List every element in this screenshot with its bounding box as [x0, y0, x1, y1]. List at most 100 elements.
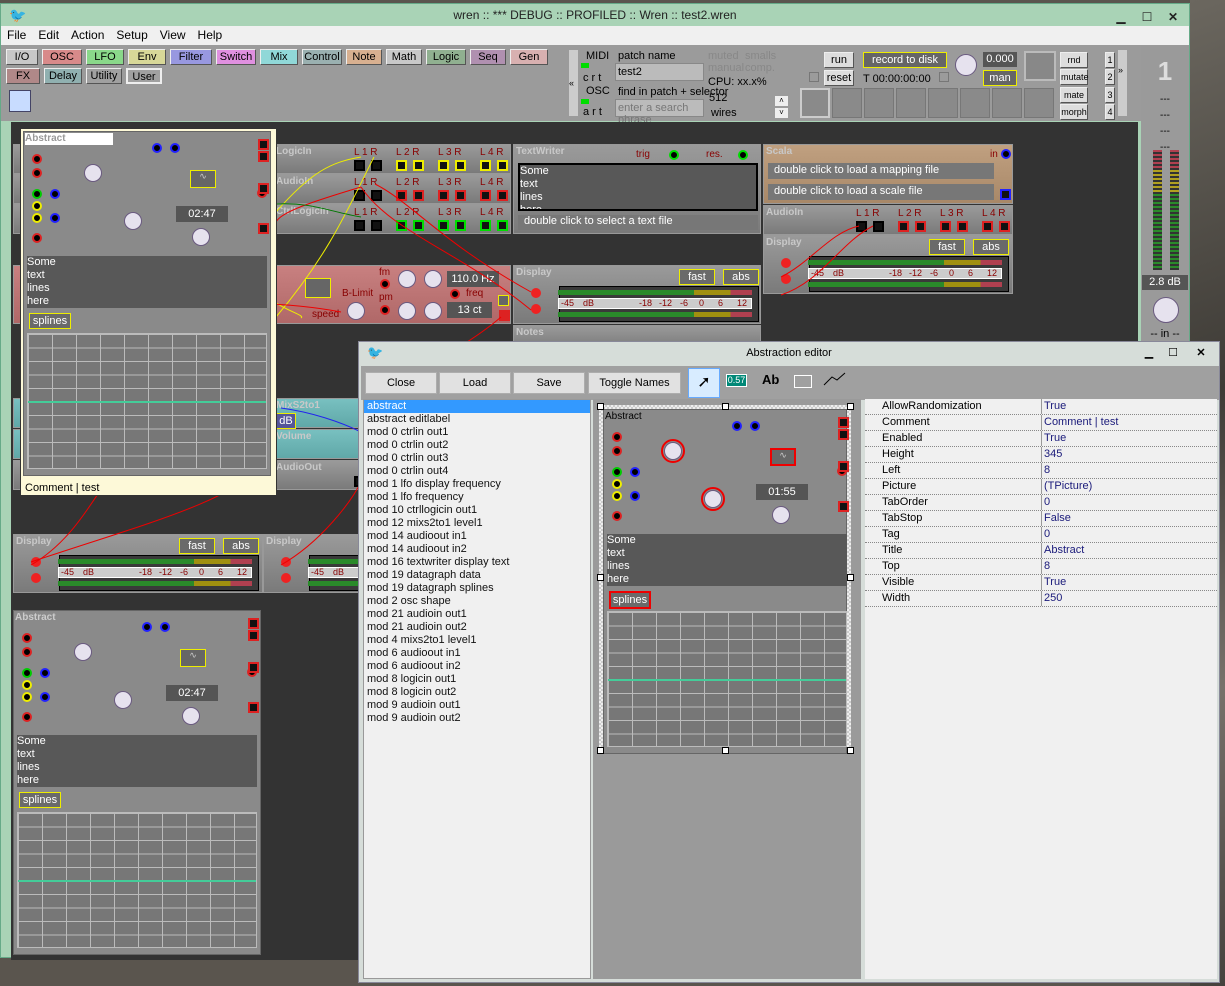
- property-row[interactable]: Comment Comment | test: [865, 415, 1217, 431]
- list-item[interactable]: mod 19 datagraph data: [364, 569, 590, 582]
- abstract-jack[interactable]: [612, 479, 622, 489]
- abstract-jack[interactable]: [32, 201, 42, 211]
- abstract-knob[interactable]: [661, 439, 685, 463]
- list-item[interactable]: mod 8 logicin out1: [364, 673, 590, 686]
- preview-area[interactable]: Abstract ∿ 01:55 Some text lines here splines: [593, 399, 861, 979]
- muted-checkbox[interactable]: [809, 72, 819, 82]
- module-palette-item[interactable]: [9, 90, 31, 112]
- category-tab-env[interactable]: Env: [128, 49, 166, 65]
- pointer-tool-icon[interactable]: ➚: [688, 368, 720, 398]
- property-value[interactable]: 345: [1042, 447, 1062, 462]
- collapse-right-button[interactable]: »: [1118, 50, 1127, 116]
- property-row[interactable]: Left 8: [865, 463, 1217, 479]
- menu-help[interactable]: Help: [192, 26, 229, 44]
- variation-slot[interactable]: [832, 88, 862, 118]
- menu-view[interactable]: View: [154, 26, 192, 44]
- collapse-left-button[interactable]: «: [569, 50, 578, 116]
- resize-handle[interactable]: [847, 574, 854, 581]
- category-tab-gen[interactable]: Gen: [510, 49, 548, 65]
- property-value[interactable]: (TPicture): [1042, 479, 1092, 494]
- property-value[interactable]: 0: [1042, 527, 1050, 542]
- record-checkbox[interactable]: [939, 72, 949, 82]
- variation-slot[interactable]: [800, 88, 830, 118]
- maximize-button[interactable]: ☐: [1163, 342, 1183, 364]
- page-2-button[interactable]: 2: [1105, 69, 1115, 85]
- abstract-knob[interactable]: [772, 506, 790, 524]
- category-tab-mix[interactable]: Mix: [260, 49, 298, 65]
- abstract-jack[interactable]: [612, 467, 622, 477]
- abstract-jack[interactable]: [612, 511, 622, 521]
- variation-slot[interactable]: [992, 88, 1022, 118]
- property-value[interactable]: Comment | test: [1042, 415, 1118, 430]
- property-inspector[interactable]: AllowRandomization True Comment Comment | t…: [865, 399, 1217, 979]
- list-item[interactable]: mod 8 logicin out2: [364, 686, 590, 699]
- input-gain-knob[interactable]: [1153, 297, 1179, 323]
- abstract-jack[interactable]: [170, 143, 180, 153]
- save-button[interactable]: Save: [513, 372, 585, 394]
- element-list[interactable]: abstract abstract editlabel mod 0 ctrlin o…: [363, 399, 591, 979]
- category-tab-fx[interactable]: FX: [6, 68, 40, 84]
- property-row[interactable]: Enabled True: [865, 431, 1217, 447]
- abstract-preview[interactable]: Abstract ∿ 01:55 Some text lines here splines: [603, 409, 849, 754]
- splines-toggle[interactable]: splines: [29, 313, 71, 329]
- record-to-disk-button[interactable]: record to disk: [863, 52, 947, 68]
- property-row[interactable]: Width 250: [865, 591, 1217, 607]
- resize-handle[interactable]: [722, 747, 729, 754]
- abstract-jack[interactable]: [750, 421, 760, 431]
- abstract-jack[interactable]: [32, 233, 42, 243]
- list-item[interactable]: mod 0 ctrlin out1: [364, 426, 590, 439]
- abstract-output-jack[interactable]: [838, 461, 849, 472]
- list-item[interactable]: mod 1 lfo frequency: [364, 491, 590, 504]
- page-3-button[interactable]: 3: [1105, 87, 1115, 103]
- minimize-button[interactable]: ▁: [1139, 342, 1159, 364]
- search-input[interactable]: enter a search phrase: [615, 99, 704, 126]
- list-item[interactable]: mod 21 audioin out1: [364, 608, 590, 621]
- text-tool[interactable]: Ab: [762, 372, 779, 387]
- property-value[interactable]: 8: [1042, 559, 1050, 574]
- resize-handle[interactable]: [597, 574, 604, 581]
- page-1-button[interactable]: 1: [1105, 52, 1115, 68]
- property-row[interactable]: Height 345: [865, 447, 1217, 463]
- page-4-button[interactable]: 4: [1105, 104, 1115, 120]
- morph-button[interactable]: morph: [1060, 104, 1088, 120]
- patch-name-input[interactable]: test2: [615, 63, 704, 81]
- close-window-button[interactable]: ✕: [1163, 6, 1183, 24]
- abstract-jack[interactable]: [50, 189, 60, 199]
- abstract-jack[interactable]: [152, 143, 162, 153]
- category-tab-math[interactable]: Math: [386, 49, 422, 65]
- data-graph[interactable]: [27, 333, 267, 469]
- abstract-jack[interactable]: [612, 432, 622, 442]
- list-item[interactable]: mod 21 audioin out2: [364, 621, 590, 634]
- data-graph[interactable]: [607, 611, 847, 747]
- menu-setup[interactable]: Setup: [110, 26, 153, 44]
- list-item[interactable]: mod 19 datagraph splines: [364, 582, 590, 595]
- man-button[interactable]: man: [983, 70, 1017, 86]
- variation-main[interactable]: [1024, 51, 1056, 81]
- property-row[interactable]: Picture (TPicture): [865, 479, 1217, 495]
- abstract-jack[interactable]: [612, 491, 622, 501]
- property-value[interactable]: True: [1042, 431, 1066, 446]
- category-tab-control[interactable]: Control: [302, 49, 342, 65]
- property-row[interactable]: Title Abstract: [865, 543, 1217, 559]
- abstract-output-jack[interactable]: [838, 429, 849, 440]
- list-item[interactable]: mod 10 ctrllogicin out1: [364, 504, 590, 517]
- list-item[interactable]: mod 12 mixs2to1 level1: [364, 517, 590, 530]
- rnd-button[interactable]: rnd: [1060, 52, 1088, 68]
- resize-handle[interactable]: [847, 403, 854, 410]
- line-tool-icon[interactable]: [823, 371, 847, 387]
- property-value[interactable]: 0: [1042, 495, 1050, 510]
- variation-slot[interactable]: [928, 88, 958, 118]
- resize-handle[interactable]: [597, 747, 604, 754]
- abstract-output-jack[interactable]: [838, 417, 849, 428]
- abstract-output-jack[interactable]: [258, 151, 269, 162]
- wires-up-button[interactable]: ˄: [775, 96, 788, 106]
- category-tab-delay[interactable]: Delay: [44, 68, 82, 84]
- list-item[interactable]: mod 0 ctrlin out3: [364, 452, 590, 465]
- category-tab-user[interactable]: User: [126, 68, 162, 84]
- category-tab-io[interactable]: I/O: [6, 49, 38, 65]
- abstract-jack[interactable]: [32, 213, 42, 223]
- list-item[interactable]: mod 14 audioout in2: [364, 543, 590, 556]
- abstract-jack[interactable]: [32, 154, 42, 164]
- property-row[interactable]: Visible True: [865, 575, 1217, 591]
- abstract-knob[interactable]: [124, 212, 142, 230]
